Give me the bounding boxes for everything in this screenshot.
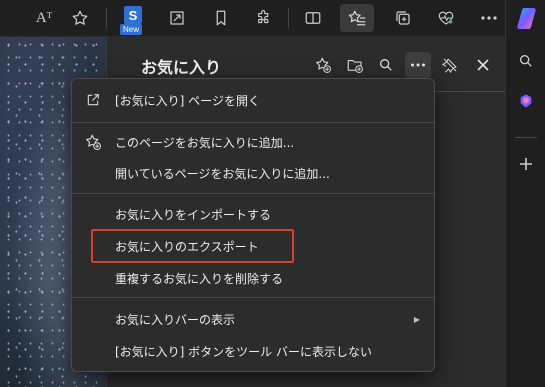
- rail-copilot-button[interactable]: [517, 92, 535, 110]
- panel-divider: [434, 91, 505, 92]
- more-horizontal-icon: [411, 63, 425, 67]
- favorites-button[interactable]: [340, 4, 374, 32]
- copilot-icon[interactable]: [516, 7, 540, 29]
- menu-item-show-favorites-bar[interactable]: お気に入りバーの表示 ▶: [72, 306, 434, 332]
- copilot-small-icon: [520, 94, 532, 108]
- puzzle-icon: [258, 10, 269, 24]
- bookmark-button[interactable]: [207, 4, 235, 32]
- menu-item-label: お気に入りをインポートする: [115, 207, 272, 222]
- menu-item-label: このページをお気に入りに追加...: [115, 135, 295, 150]
- extensions-button[interactable]: [250, 4, 278, 32]
- folder-add-icon: [347, 59, 364, 74]
- split-screen-icon: [305, 12, 321, 24]
- settings-more-button[interactable]: [475, 4, 503, 32]
- new-badge: New: [120, 24, 143, 35]
- address-bar-edge[interactable]: [0, 4, 10, 32]
- screen-cast-button[interactable]: [163, 4, 191, 32]
- add-folder-button[interactable]: [342, 52, 368, 78]
- favorites-star-list-icon: [348, 10, 366, 26]
- menu-item-label: お気に入りバーの表示: [115, 312, 236, 327]
- menu-item-import-favorites[interactable]: お気に入りをインポートする: [72, 201, 434, 227]
- menu-item-label: [お気に入り] ページを開く: [115, 93, 260, 108]
- collections-button[interactable]: [389, 4, 417, 32]
- more-horizontal-icon: [481, 16, 497, 20]
- menu-separator: [72, 122, 434, 123]
- pin-panel-button[interactable]: [437, 52, 463, 78]
- highlight-annotation: [91, 229, 294, 263]
- expand-icon: [170, 11, 184, 25]
- bookmark-icon: [216, 10, 226, 26]
- toolbar-separator: [288, 8, 289, 28]
- add-this-page-button[interactable]: [310, 52, 336, 78]
- menu-item-hide-favorites-button[interactable]: [お気に入り] ボタンをツール バーに表示しない: [72, 338, 434, 364]
- add-favorite-button[interactable]: [66, 4, 94, 32]
- read-aloud-button[interactable]: Aᵀ: [30, 4, 58, 32]
- read-aloud-icon: Aᵀ: [35, 9, 53, 26]
- search-icon: [380, 59, 392, 71]
- toolbar-separator: [106, 8, 107, 28]
- menu-item-remove-duplicates[interactable]: 重複するお気に入りを削除する: [72, 265, 434, 291]
- pin-off-icon: [442, 58, 457, 73]
- browser-toolbar: Aᵀ S New: [0, 0, 505, 37]
- menu-item-add-open-pages[interactable]: 開いているページをお気に入りに追加...: [72, 160, 434, 186]
- search-favorites-button[interactable]: [373, 52, 399, 78]
- menu-item-label: 重複するお気に入りを削除する: [115, 271, 284, 286]
- chevron-right-icon: ▶: [413, 314, 420, 324]
- star-icon: [72, 10, 88, 25]
- close-panel-button[interactable]: [470, 52, 496, 78]
- rail-search-button[interactable]: [517, 52, 535, 70]
- more-options-button[interactable]: [405, 52, 431, 78]
- star-add-icon: [84, 133, 102, 151]
- menu-separator: [72, 297, 434, 298]
- heart-pulse-icon: [438, 11, 454, 25]
- favorites-more-menu: [お気に入り] ページを開く このページをお気に入りに追加... 開いているペー…: [71, 78, 435, 372]
- rail-separator: [515, 137, 537, 138]
- collections-icon: [396, 11, 410, 25]
- menu-separator: [72, 193, 434, 194]
- panel-title: お気に入り: [141, 58, 222, 77]
- menu-item-label: [お気に入り] ボタンをツール バーに表示しない: [115, 344, 372, 359]
- menu-item-open-favorites-page[interactable]: [お気に入り] ページを開く: [72, 87, 434, 113]
- extension-logo-icon[interactable]: S: [124, 6, 142, 24]
- menu-item-label: 開いているページをお気に入りに追加...: [115, 166, 330, 181]
- rail-add-button[interactable]: [517, 155, 535, 173]
- split-screen-button[interactable]: [299, 4, 327, 32]
- close-icon: [477, 59, 489, 71]
- menu-item-add-this-page[interactable]: このページをお気に入りに追加...: [72, 129, 434, 155]
- open-external-icon: [84, 91, 102, 109]
- browser-essentials-button[interactable]: [432, 4, 460, 32]
- plus-icon: [520, 158, 532, 170]
- search-icon: [520, 55, 532, 67]
- star-add-icon: [316, 57, 332, 74]
